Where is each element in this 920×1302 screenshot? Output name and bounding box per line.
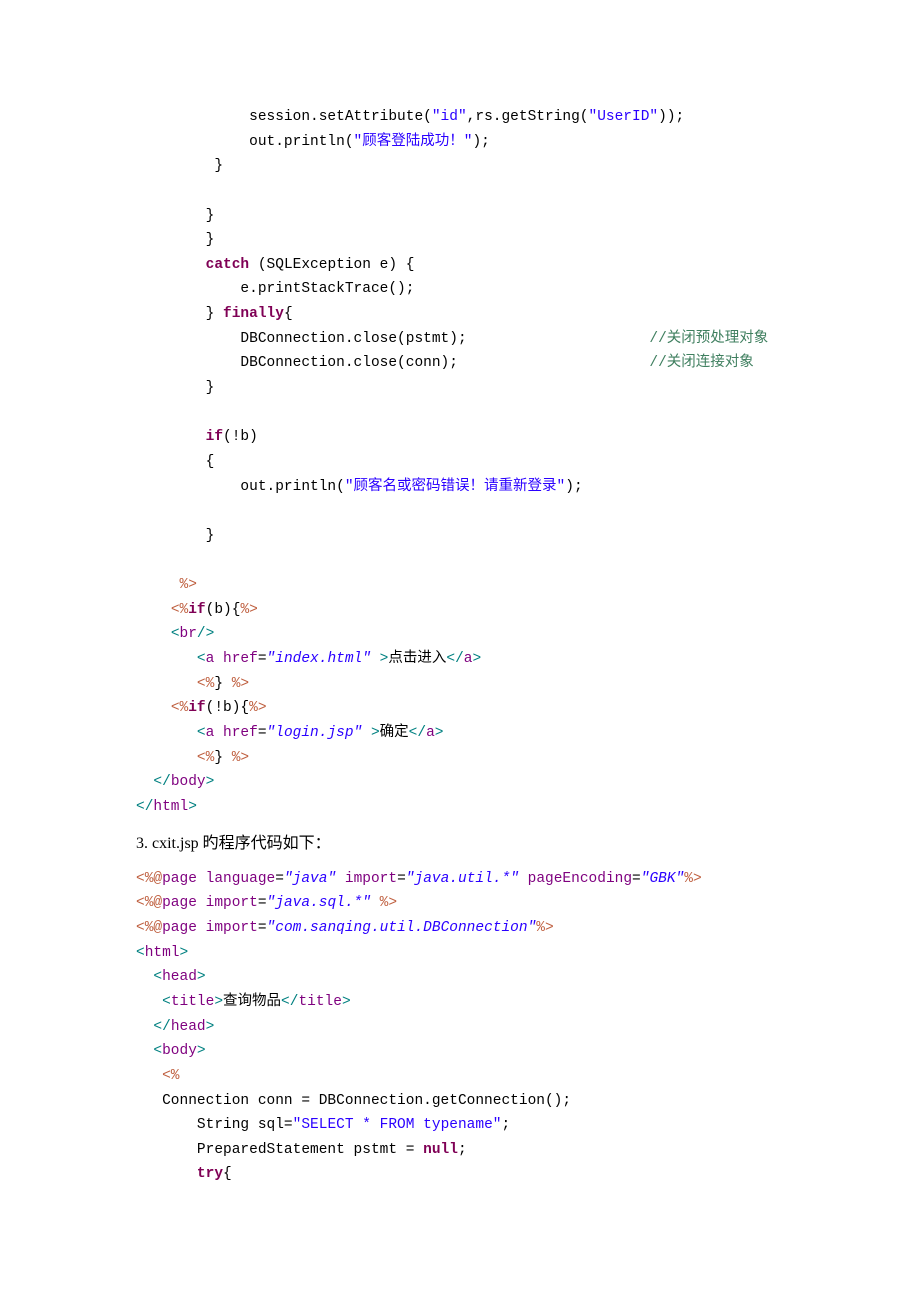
code-line: DBConnection.close(pstmt); //关闭预处理对象 [136,331,768,347]
code-line: <%@page import="java.sql.*" %> [136,895,397,911]
code-line: <body> [136,1043,206,1059]
code-line: String sql="SELECT * FROM typename"; [136,1117,510,1133]
code-line: out.println("顾客登陆成功！"); [136,134,490,150]
code-line: <%@page import="com.sanqing.util.DBConne… [136,920,554,936]
code-line: e.printStackTrace(); [136,281,414,297]
code-line: <%if(b){%> [136,602,258,618]
code-line: <%@page language="java" import="java.uti… [136,871,702,887]
code-block-1: session.setAttribute("id",rs.getString("… [136,105,850,820]
code-block-2: <%@page language="java" import="java.uti… [136,867,850,1187]
code-line: <a href="index.html" >点击进入</a> [136,651,481,667]
code-line: out.println("顾客名或密码错误！请重新登录"); [136,479,583,495]
code-line: <br/> [136,626,214,642]
code-line: try{ [136,1166,232,1182]
code-line: if(!b) [136,429,258,445]
code-line: catch (SQLException e) { [136,257,414,273]
code-line: <a href="login.jsp" >确定</a> [136,725,443,741]
code-line: DBConnection.close(conn); //关闭连接对象 [136,355,754,371]
code-line: </head> [136,1019,214,1035]
code-line: Connection conn = DBConnection.getConnec… [136,1093,571,1109]
code-line: session.setAttribute("id",rs.getString("… [136,109,684,125]
section-heading: 3. cxit.jsp 旳程序代码如下： [136,830,850,857]
code-line: } [136,528,214,544]
code-line: </html> [136,799,197,815]
code-line: <% [136,1068,180,1084]
code-line: { [136,454,214,470]
code-line: } finally{ [136,306,293,322]
code-line: <title>查询物品</title> [136,994,351,1010]
code-line: <%} %> [136,676,249,692]
code-line: <html> [136,945,188,961]
code-line: } [136,208,214,224]
code-line: %> [136,577,197,593]
code-line: } [136,158,223,174]
document-page: session.setAttribute("id",rs.getString("… [0,0,920,1302]
code-line: PreparedStatement pstmt = null; [136,1142,467,1158]
code-line: <%if(!b){%> [136,700,267,716]
code-line: <%} %> [136,750,249,766]
code-line: } [136,380,214,396]
code-line: } [136,232,214,248]
code-line: <head> [136,969,206,985]
code-line: </body> [136,774,214,790]
